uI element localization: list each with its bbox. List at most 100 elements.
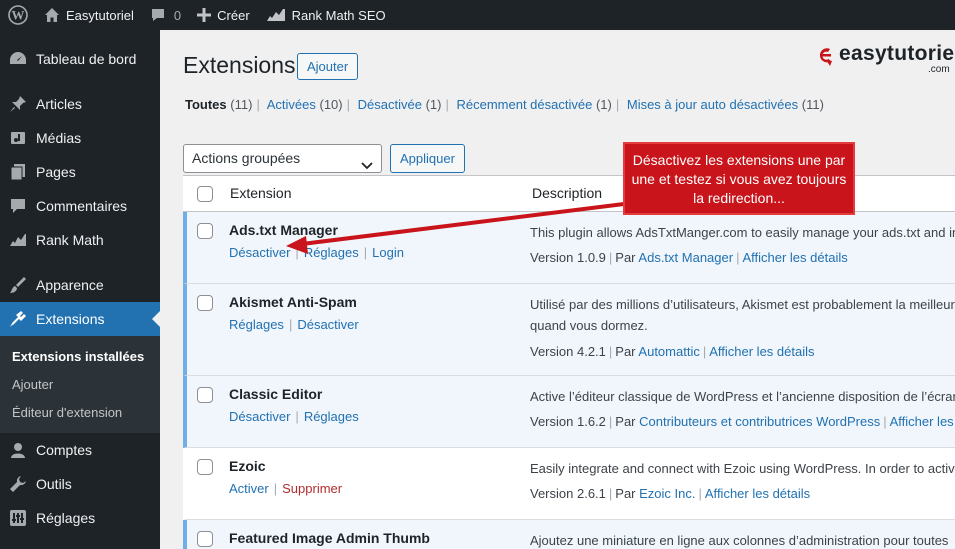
deactivate-link[interactable]: Désactiver — [229, 409, 290, 424]
submenu-installed[interactable]: Extensions installées — [0, 343, 160, 371]
menu-label: Articles — [36, 96, 82, 112]
author-link[interactable]: Ezoic Inc. — [639, 486, 695, 501]
author-link[interactable]: Contributeurs et contributrices WordPres… — [639, 414, 880, 429]
menu-settings[interactable]: Réglages — [0, 501, 160, 535]
plugin-meta: Version 1.0.9 | Par Ads.txt Manager | Affich… — [530, 250, 848, 265]
filter-inactive[interactable]: Désactivée (1) — [358, 97, 442, 112]
plugin-description: Utilisé par des millions d’utilisateurs,… — [530, 297, 955, 333]
main-content: Extensions Ajouter easytutoriel .com Tou… — [160, 30, 955, 549]
row-checkbox[interactable] — [197, 459, 213, 475]
plugin-meta: Version 4.2.1 | Par Automattic | Afficher le… — [530, 344, 815, 359]
brand-e-icon — [816, 45, 836, 67]
settings-link[interactable]: Réglages — [229, 317, 284, 332]
menu-label: Comptes — [36, 442, 93, 458]
activate-link[interactable]: Activer — [229, 481, 269, 496]
details-link[interactable]: Afficher les — [890, 414, 954, 429]
row-checkbox[interactable] — [197, 223, 213, 239]
menu-label: Apparence — [36, 277, 104, 293]
settings-link[interactable]: Réglages — [304, 245, 359, 260]
menu-label: Tableau de bord — [36, 51, 137, 67]
page-title: Extensions — [183, 52, 296, 78]
menu-users[interactable]: Comptes — [0, 433, 160, 467]
deactivate-link[interactable]: Désactiver — [297, 317, 358, 332]
plugin-name: Akismet Anti-Spam — [229, 294, 357, 310]
menu-label: Réglages — [36, 510, 96, 526]
row-actions: Activer | Supprimer — [229, 481, 343, 496]
menu-medias[interactable]: Médias — [0, 121, 160, 155]
menu-label: Pages — [36, 164, 76, 180]
menu-label: Outils — [36, 476, 72, 492]
menu-dashboard[interactable]: Tableau de bord — [0, 42, 160, 76]
wordpress-logo-icon[interactable]: W — [0, 0, 36, 30]
plugin-meta: Version 1.6.2 | Par Contributeurs et contr… — [530, 414, 954, 429]
row-checkbox[interactable] — [197, 387, 213, 403]
rankmath-seo-link[interactable]: Rank Math SEO — [258, 0, 394, 30]
extensions-submenu: Extensions installées Ajouter Éditeur d'… — [0, 336, 160, 433]
brand-logo: easytutoriel .com — [816, 42, 955, 75]
plugin-description: Easily integrate and connect with Ezoic … — [530, 461, 955, 476]
comments-count: 0 — [173, 7, 182, 23]
submenu-editor[interactable]: Éditeur d'extension — [0, 399, 160, 427]
column-description: Description — [532, 185, 603, 201]
comment-bubble-icon — [150, 7, 166, 23]
menu-rankmath[interactable]: Rank Math — [0, 223, 160, 257]
plugin-name: Featured Image Admin Thumb — [229, 530, 430, 546]
site-name-link[interactable]: Easytutoriel — [36, 0, 142, 30]
author-link[interactable]: Ads.txt Manager — [638, 250, 733, 265]
row-actions: Désactiver | Réglages — [229, 409, 359, 424]
settings-icon — [8, 508, 28, 528]
row-checkbox[interactable] — [197, 295, 213, 311]
row-actions: Réglages | Désactiver — [229, 317, 359, 332]
admin-sidebar: Tableau de bord Articles Médias Pages Co… — [0, 30, 160, 549]
add-plugin-button[interactable]: Ajouter — [297, 53, 359, 80]
table-row: Ezoic Activer | Supprimer Easily integrate… — [183, 448, 955, 520]
pin-icon — [8, 94, 28, 114]
media-icon — [8, 128, 28, 148]
submenu-add[interactable]: Ajouter — [0, 371, 160, 399]
select-all-checkbox[interactable] — [197, 185, 213, 202]
menu-extensions[interactable]: Extensions — [0, 302, 160, 336]
plugin-meta: Version 2.6.1 | Par Ezoic Inc. | Afficher le… — [530, 486, 811, 501]
filter-recently-inactive[interactable]: Récemment désactivée (1) — [456, 97, 611, 112]
deactivate-link[interactable]: Désactiver — [229, 245, 290, 260]
login-link[interactable]: Login — [372, 245, 404, 260]
menu-appearance[interactable]: Apparence — [0, 268, 160, 302]
brush-icon — [8, 275, 28, 295]
menu-label: Médias — [36, 130, 82, 146]
delete-link[interactable]: Supprimer — [282, 481, 342, 496]
plugin-description: Active l’éditeur classique de WordPress … — [530, 389, 955, 404]
new-content-link[interactable]: Créer — [189, 0, 258, 30]
settings-link[interactable]: Réglages — [304, 409, 359, 424]
table-row: Featured Image Admin Thumb Ajoutez une m… — [183, 520, 955, 549]
table-row: Classic Editor Désactiver | Réglages Activ… — [183, 376, 955, 448]
bulk-actions-select[interactable]: Actions groupées — [183, 144, 382, 173]
apply-button[interactable]: Appliquer — [390, 144, 465, 173]
plugin-icon — [8, 309, 28, 329]
plugin-name: Ads.txt Manager — [229, 222, 338, 238]
menu-comments[interactable]: Commentaires — [0, 189, 160, 223]
svg-text:W: W — [12, 8, 25, 23]
plugin-name: Classic Editor — [229, 386, 323, 402]
menu-pages[interactable]: Pages — [0, 155, 160, 189]
site-name: Easytutoriel — [66, 7, 134, 23]
dashboard-icon — [8, 49, 28, 69]
menu-label: Rank Math — [36, 232, 104, 248]
details-link[interactable]: Afficher les détails — [742, 250, 847, 265]
row-checkbox[interactable] — [197, 531, 213, 547]
author-link[interactable]: Automattic — [638, 344, 699, 359]
menu-tools[interactable]: Outils — [0, 467, 160, 501]
home-icon — [44, 7, 60, 23]
comments-link[interactable]: 0 — [142, 0, 189, 30]
rankmath-label: Rank Math SEO — [291, 7, 386, 23]
pages-icon — [8, 162, 28, 182]
menu-articles[interactable]: Articles — [0, 87, 160, 121]
filter-all[interactable]: Toutes (11) — [185, 97, 252, 112]
details-link[interactable]: Afficher les détails — [709, 344, 814, 359]
wrench-icon — [8, 474, 28, 494]
table-row: Akismet Anti-Spam Réglages | Désactiver Ut… — [183, 284, 955, 376]
table-row: Ads.txt Manager Désactiver | Réglages | Logi… — [183, 212, 955, 284]
filter-active[interactable]: Activées (10) — [267, 97, 343, 112]
details-link[interactable]: Afficher les détails — [705, 486, 810, 501]
column-extension: Extension — [230, 185, 292, 201]
filter-auto-update-disabled[interactable]: Mises à jour auto désactivées (11) — [627, 97, 824, 112]
